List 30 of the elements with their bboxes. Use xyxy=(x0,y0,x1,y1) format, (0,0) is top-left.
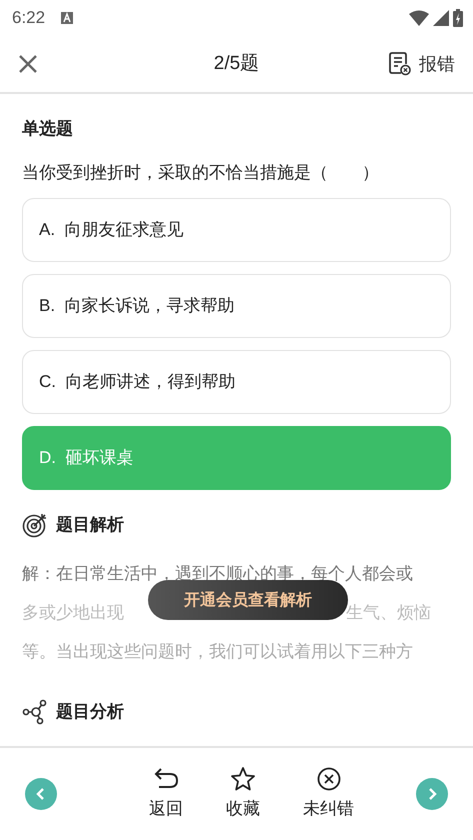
question-text: 当你受到挫折时，采取的不恰当措施是（ ） xyxy=(22,162,380,184)
answer-option[interactable]: A. 向朋友征求意见 xyxy=(22,198,451,262)
explanation-text: 生气、烦恼 xyxy=(346,602,431,624)
close-circle-icon xyxy=(316,766,342,792)
chevron-right-icon xyxy=(427,788,437,800)
report-icon xyxy=(389,52,411,76)
question-type: 单选题 xyxy=(22,118,74,140)
status-time: 6:22 xyxy=(12,7,46,30)
answer-option[interactable]: C. 向老师讲述，得到帮助 xyxy=(22,350,451,414)
close-icon xyxy=(18,54,38,74)
signal-icon xyxy=(433,10,449,26)
share-icon xyxy=(22,699,48,725)
target-icon xyxy=(22,512,48,538)
star-icon xyxy=(230,766,256,792)
unlock-button[interactable]: 开通会员查看解析 xyxy=(148,580,348,620)
answer-option[interactable]: B. 向家长诉说，寻求帮助 xyxy=(22,274,451,338)
wifi-icon xyxy=(409,10,429,26)
favorite-button[interactable]: 收藏 xyxy=(226,766,260,822)
section-title: 题目解析 xyxy=(56,514,124,536)
next-button[interactable] xyxy=(416,778,448,810)
report-button[interactable]: 报错 xyxy=(389,50,455,78)
chevron-left-icon xyxy=(36,788,46,800)
error-button[interactable]: 未纠错 xyxy=(303,766,354,822)
previous-button[interactable] xyxy=(25,778,57,810)
explanation-text: 多或少地出现 xyxy=(22,602,124,624)
explanation-text: 等。当出现这些问题时，我们可以试着用以下三种方 xyxy=(22,641,414,663)
section-title: 题目分析 xyxy=(56,701,124,724)
battery-icon xyxy=(453,9,463,27)
notification-icon xyxy=(61,12,74,24)
back-button[interactable]: 返回 xyxy=(149,766,183,822)
